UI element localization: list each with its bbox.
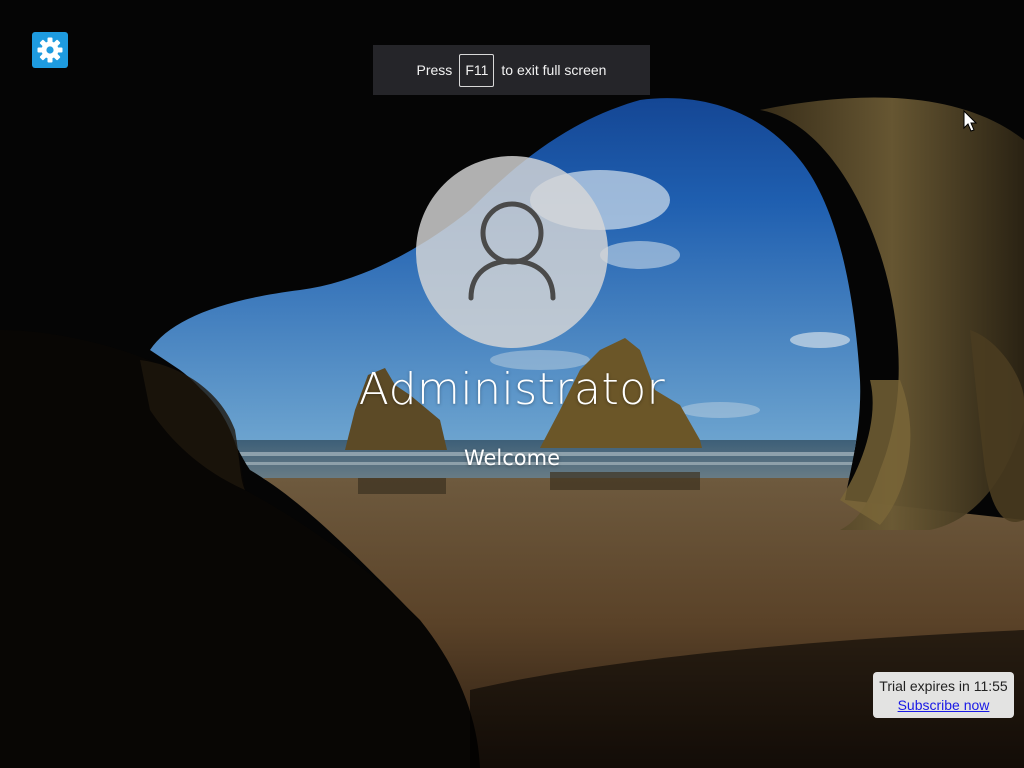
fullscreen-hint-suffix: to exit full screen [501, 62, 607, 78]
f11-key-badge: F11 [459, 53, 495, 87]
login-status-text: Welcome [463, 446, 561, 470]
mouse-cursor-icon [963, 110, 977, 132]
trial-notice: Trial expires in 11:55 Subscribe now [873, 672, 1014, 718]
subscribe-now-link[interactable]: Subscribe now [898, 697, 990, 713]
lock-screen: Press F11 to exit full screen Administra… [0, 0, 1024, 768]
fullscreen-hint-banner: Press F11 to exit full screen [373, 45, 650, 95]
user-avatar [416, 156, 608, 348]
user-icon [468, 201, 556, 301]
trial-expiry-text: Trial expires in 11:55 [879, 678, 1008, 694]
gear-icon [37, 37, 63, 63]
username-label: Administrator [358, 364, 666, 415]
fullscreen-hint-prefix: Press [416, 62, 453, 78]
settings-button[interactable] [32, 32, 68, 68]
